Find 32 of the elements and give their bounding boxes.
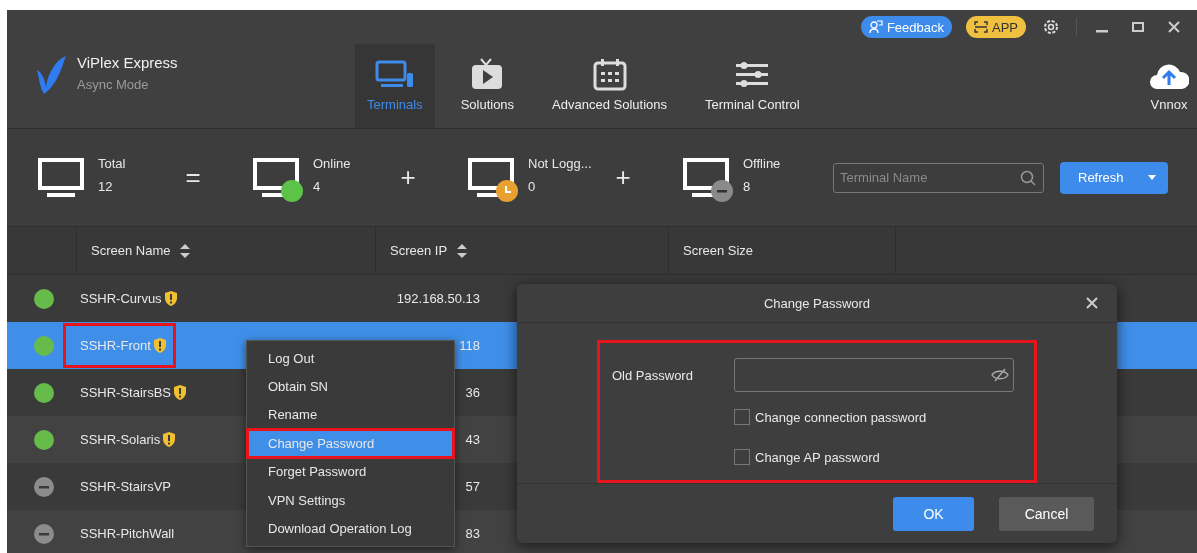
stat-label: Offline (743, 155, 781, 171)
screen-ip: 36 (465, 385, 480, 400)
screen-ip: 83 (465, 526, 480, 541)
column-header: Screen IP (390, 243, 448, 258)
stat-count: 8 (743, 178, 752, 194)
operator-sign: + (399, 162, 417, 193)
screen-name: SSHR-Curvus (63, 276, 187, 321)
screen-name: SSHR-StairsVP (79, 478, 173, 496)
stat-label: Not Logg... (528, 155, 592, 171)
dialog-title: Change Password (763, 295, 871, 311)
stat-count: 4 (313, 178, 322, 194)
screen-name: SSHR-Solaris (63, 417, 186, 462)
operator-sign: = (184, 162, 202, 193)
checkbox-label: Change connection password (755, 409, 927, 425)
column-header: Screen Size (683, 243, 754, 258)
app-name: ViPlex Express (77, 54, 178, 71)
screen-ip: 118 (459, 338, 480, 353)
screen-ip: 57 (465, 479, 480, 494)
screen-ip: 43 (465, 432, 480, 447)
stat-count: 0 (528, 178, 537, 194)
screen-ip: 192.168.50.13 (396, 291, 480, 306)
checkbox-label: Change AP password (755, 449, 880, 465)
screen-name: SSHR-PitchWall (79, 525, 176, 543)
screen-name: SSHR-Front (63, 323, 176, 368)
screen-name: SSHR-StairsBS (63, 370, 197, 415)
column-header: Screen Name (91, 243, 171, 258)
field-label: Old Password (612, 367, 694, 383)
stat-label: Online (313, 155, 351, 171)
operator-sign: + (614, 162, 632, 193)
stat-label: Total (98, 155, 126, 171)
mode-label: Async Mode (77, 77, 150, 92)
stat-count: 12 (98, 178, 114, 194)
